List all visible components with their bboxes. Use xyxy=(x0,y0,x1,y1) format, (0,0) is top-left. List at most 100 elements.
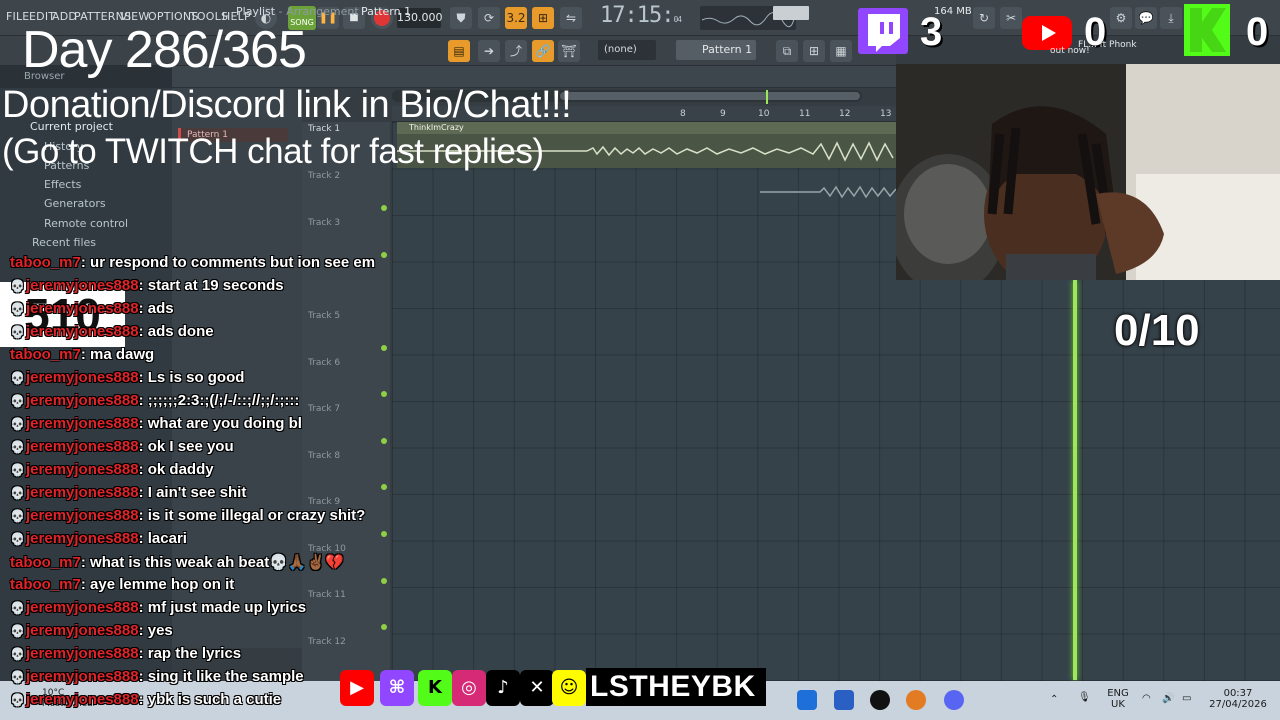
chat-text: I ain't see shit xyxy=(147,484,247,501)
playlist-subtitle: Arrangement xyxy=(286,5,359,18)
track-name[interactable]: Track 5 xyxy=(308,311,340,321)
chat-message: 💀jeremyjones888: sing it like the sample xyxy=(10,668,304,685)
twitch-count: 3 xyxy=(920,10,943,54)
track-mute-led[interactable] xyxy=(381,484,387,490)
metronome-icon[interactable]: ⛊ xyxy=(450,7,472,29)
browser-item-remote-control[interactable]: Remote control xyxy=(44,217,128,230)
goal-progress: 0/10 xyxy=(1114,306,1200,355)
track-mute-led[interactable] xyxy=(381,252,387,258)
x-twitter-icon: ✕ xyxy=(520,670,554,706)
fl-studio-taskbar-icon[interactable] xyxy=(906,690,926,710)
track-name[interactable]: Track 12 xyxy=(308,637,346,647)
microphone-icon[interactable]: 🎙 xyxy=(1078,692,1091,703)
track2-waveform-icon xyxy=(760,185,896,199)
track-mute-led[interactable] xyxy=(381,438,387,444)
track-mute-led[interactable] xyxy=(381,531,387,537)
volume-icon[interactable]: 🔊 xyxy=(1162,693,1174,704)
day-counter-title: Day 286/365 xyxy=(22,21,307,79)
track-mute-led[interactable] xyxy=(381,624,387,630)
tiktok-taskbar-icon[interactable] xyxy=(870,690,890,710)
skull-icon: 💀 xyxy=(10,371,25,385)
plugin-icon[interactable]: ⚙ xyxy=(1110,7,1132,29)
playhead-marker-top[interactable] xyxy=(766,90,768,104)
app-icon[interactable] xyxy=(834,690,854,710)
chat-username: jeremyjones888 xyxy=(26,691,139,708)
youtube-icon: ▶ xyxy=(340,670,374,706)
browser-item-recent-files[interactable]: Recent files xyxy=(32,236,96,249)
track-name[interactable]: Track 3 xyxy=(308,218,340,228)
track-name[interactable]: Track 8 xyxy=(308,451,340,461)
track-name[interactable]: Track 7 xyxy=(308,404,340,414)
cut-icon[interactable]: ✂ xyxy=(1000,7,1022,29)
typing-keyboard-icon[interactable]: ⊞ xyxy=(532,7,554,29)
chat-username: jeremyjones888 xyxy=(26,461,139,478)
skull-icon: 💀 xyxy=(10,394,25,408)
social-handle: LSTHEYBK xyxy=(586,668,766,706)
stamp-icon[interactable]: ⛩ xyxy=(558,40,580,62)
chat-username: taboo_m7 xyxy=(10,576,81,593)
chat-text: what are you doing bl xyxy=(147,415,302,432)
track-name[interactable]: Track 11 xyxy=(308,590,346,600)
slide-icon[interactable]: ⤴ xyxy=(505,40,527,62)
track-name[interactable]: Track 2 xyxy=(308,171,340,181)
outlook-icon[interactable] xyxy=(797,690,817,710)
twitch-icon: ⌘ xyxy=(380,670,414,706)
taskbar-clock[interactable]: 00:37 27/04/2026 xyxy=(1208,688,1268,710)
track-mute-led[interactable] xyxy=(381,391,387,397)
refresh-icon[interactable]: ↻ xyxy=(973,7,995,29)
skull-icon: 💀 xyxy=(10,440,25,454)
chat-message: 💀jeremyjones888: ads done xyxy=(10,323,214,340)
playlist-title: Playlist - Arrangement xyxy=(236,5,359,18)
chat-username: jeremyjones888 xyxy=(26,507,139,524)
bar-number: 10 xyxy=(758,109,770,119)
chat-message: 💀jeremyjones888: ok I see you xyxy=(10,438,234,455)
track-mute-led[interactable] xyxy=(381,345,387,351)
language-indicator[interactable]: ENG UK xyxy=(1104,688,1132,710)
tray-chevron-icon[interactable]: ⌃ xyxy=(1050,694,1058,705)
wait-input-icon[interactable]: ⇋ xyxy=(560,7,582,29)
mixer-icon[interactable]: ⧉ xyxy=(776,40,798,62)
battery-icon[interactable]: ▭ xyxy=(1182,693,1191,704)
discord-taskbar-icon[interactable] xyxy=(944,690,964,710)
clock-sub: 04 xyxy=(673,15,682,24)
playlist-icon[interactable]: ▦ xyxy=(830,40,852,62)
step-edit-icon[interactable]: 3.2 xyxy=(505,7,527,29)
taskbar-date: 27/04/2026 xyxy=(1209,699,1267,710)
link-icon[interactable]: 🔗 xyxy=(532,40,554,62)
skull-icon: 💀 xyxy=(10,509,25,523)
browser-item-generators[interactable]: Generators xyxy=(44,197,106,210)
track-mute-led[interactable] xyxy=(381,205,387,211)
tiktok-icon: ♪ xyxy=(486,670,520,706)
loop-record-icon[interactable]: ⟳ xyxy=(478,7,500,29)
playhead[interactable] xyxy=(1073,280,1077,680)
chat-username: taboo_m7 xyxy=(10,346,81,363)
chat-text: Ls is so good xyxy=(147,369,245,386)
playlist-scroll-thumb[interactable] xyxy=(560,92,860,100)
chat-message: 💀jeremyjones888: ads xyxy=(10,300,174,317)
chat-message: taboo_m7: ur respond to comments but ion… xyxy=(10,254,376,271)
track-name[interactable]: Track 6 xyxy=(308,358,340,368)
twitch-chat-banner: (Go to TWITCH chat for fast replies) xyxy=(2,132,544,171)
chat-icon[interactable]: 💬 xyxy=(1135,7,1157,29)
playlist-title-text: Playlist xyxy=(236,5,276,18)
snap-select[interactable]: (none) xyxy=(598,40,656,60)
pattern-select[interactable]: Pattern 1 xyxy=(676,40,756,60)
wifi-icon[interactable]: ◠ xyxy=(1142,693,1151,704)
channel-rack-icon[interactable]: ⊞ xyxy=(803,40,825,62)
song-position-clock: 17:15:04 xyxy=(600,3,682,28)
download-icon[interactable]: ⤓ xyxy=(1160,7,1182,29)
chat-text: start at 19 seconds xyxy=(147,277,284,294)
cpu-meter xyxy=(773,6,809,20)
playlist-pattern-label[interactable]: Pattern 1 xyxy=(361,5,411,18)
piano-roll-icon[interactable]: ▤ xyxy=(448,40,470,62)
track-mute-led[interactable] xyxy=(381,578,387,584)
chat-username: jeremyjones888 xyxy=(26,415,139,432)
skull-icon: 💀 xyxy=(10,279,25,293)
chat-text: ok I see you xyxy=(147,438,234,455)
news-ticker[interactable]: out now! xyxy=(1050,46,1090,56)
track-name[interactable]: Track 9 xyxy=(308,497,340,507)
arrow-right-icon[interactable]: ➔ xyxy=(478,40,500,62)
browser-item-effects[interactable]: Effects xyxy=(44,178,81,191)
chat-message: 💀jeremyjones888: rap the lyrics xyxy=(10,645,242,662)
chat-message: 💀jeremyjones888: I ain't see shit xyxy=(10,484,247,501)
